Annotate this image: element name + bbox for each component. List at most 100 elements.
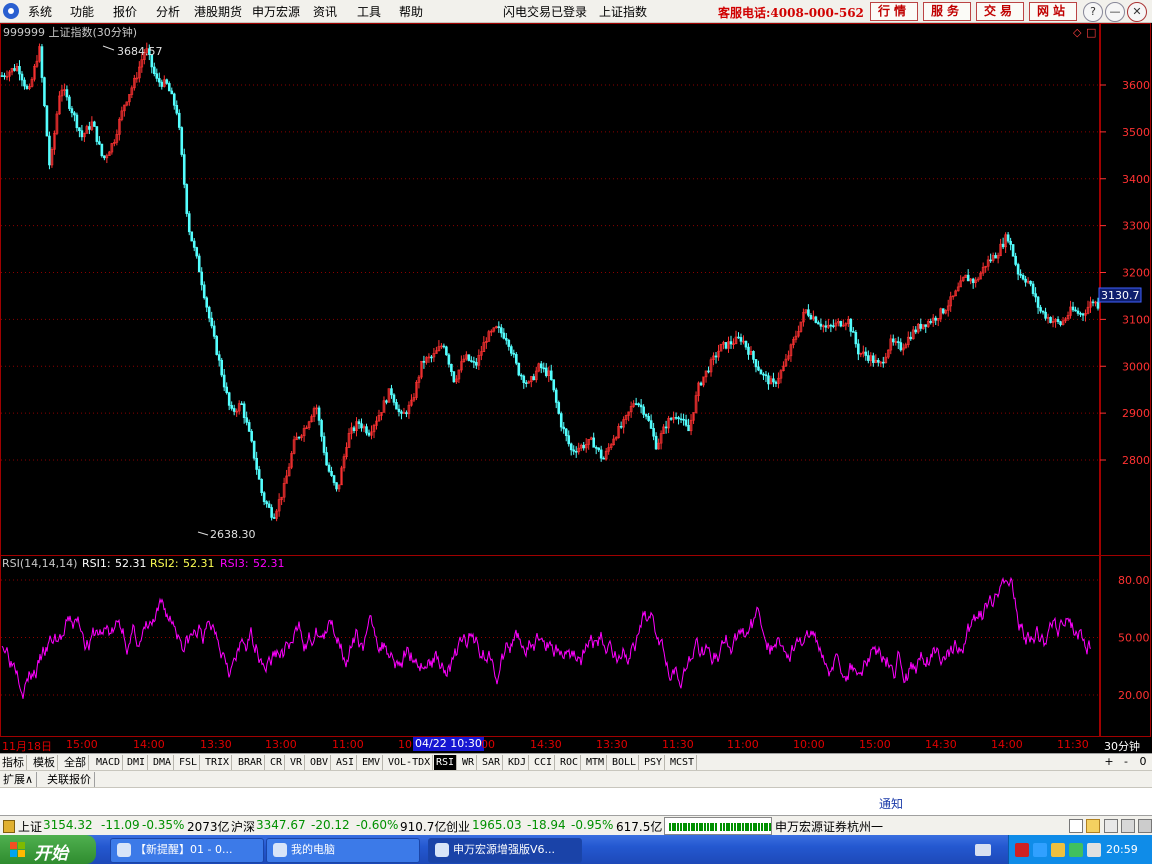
menu-function[interactable]: 功能	[70, 3, 94, 20]
help-icon[interactable]: ?	[1083, 2, 1103, 22]
menu-help[interactable]: 帮助	[399, 3, 423, 20]
price-tick-label: 3600	[1122, 79, 1150, 92]
website-button[interactable]: 网站	[1029, 2, 1077, 21]
close-icon[interactable]: ✕	[1127, 2, 1147, 22]
chart-title: 999999 上证指数(30分钟)	[3, 25, 137, 39]
browser-icon	[117, 843, 131, 857]
candle-body	[687, 424, 690, 432]
period-label[interactable]: 30分钟	[1104, 738, 1140, 754]
tab-rsi[interactable]: RSI	[434, 755, 458, 770]
chart-canvas[interactable]: 3600 3500 3400 3300 3200 3100 3000 2900 2800 80.…	[0, 23, 1152, 738]
tab-brar[interactable]: BRAR	[236, 755, 266, 770]
tray-app-icon[interactable]	[1087, 843, 1101, 857]
candle-body	[539, 363, 543, 369]
candle-body	[230, 405, 233, 409]
tab-kdj[interactable]: KDJ	[506, 755, 530, 770]
menu-quote[interactable]: 报价	[113, 3, 137, 20]
signal-icon[interactable]	[1086, 819, 1100, 833]
candle-body	[182, 154, 186, 185]
candle-body	[934, 317, 938, 321]
tab-fsl[interactable]: FSL	[177, 755, 201, 770]
time-label: 00	[481, 738, 495, 751]
trade-button[interactable]: 交易	[976, 2, 1024, 21]
tab-psy[interactable]: PSY	[642, 755, 666, 770]
menu-system[interactable]: 系统	[28, 3, 52, 20]
menu-analysis[interactable]: 分析	[156, 3, 180, 20]
sound-icon[interactable]	[1033, 843, 1047, 857]
tab-indicator[interactable]: 指标	[0, 755, 27, 770]
candle-body	[557, 402, 561, 414]
volume-icon[interactable]	[1051, 843, 1065, 857]
candle-body	[330, 471, 333, 476]
tab-asi[interactable]: ASI	[334, 755, 358, 770]
menu-swhy[interactable]: 申万宏源	[252, 3, 300, 20]
tab-mtm[interactable]: MTM	[584, 755, 608, 770]
candle-body	[989, 259, 992, 262]
tab-macd[interactable]: MACD	[94, 755, 124, 770]
candle-body	[881, 361, 885, 364]
tab-reset-button[interactable]: 0	[1136, 755, 1150, 769]
tab-add-button[interactable]: +	[1102, 755, 1116, 769]
candle-body	[365, 426, 368, 434]
menu-news[interactable]: 资讯	[313, 3, 337, 20]
candle-body	[357, 421, 361, 425]
market-button[interactable]: 行情	[870, 2, 918, 21]
tab-trix[interactable]: TRIX	[203, 755, 233, 770]
tab-all[interactable]: 全部	[62, 755, 89, 770]
candle-body	[864, 351, 868, 356]
tab-dma[interactable]: DMA	[151, 755, 175, 770]
keyboard-icon[interactable]	[975, 844, 991, 856]
app-logo-icon[interactable]	[3, 3, 19, 19]
tab-vr[interactable]: VR	[288, 755, 306, 770]
taskbar-item-swhy[interactable]: 申万宏源增强版V6...	[428, 838, 582, 863]
candle-body	[255, 457, 258, 470]
hs-value: 3347.67	[256, 818, 306, 832]
candle-body	[899, 342, 903, 351]
candle-body	[177, 112, 181, 128]
kline-chart[interactable]: 3600 3500 3400 3300 3200 3100 3000 2900 2800 80.…	[0, 23, 1152, 738]
candle-body	[98, 141, 101, 145]
candle-body	[103, 155, 106, 159]
tab-boll[interactable]: BOLL	[610, 755, 640, 770]
candle-body	[752, 351, 755, 360]
tab-obv[interactable]: OBV	[308, 755, 332, 770]
tab-cci[interactable]: CCI	[532, 755, 556, 770]
taskbar-item-reminder[interactable]: 【新提醒】01 - 0...	[110, 838, 264, 863]
tab-sar[interactable]: SAR	[480, 755, 504, 770]
time-label: 13:30	[200, 738, 232, 751]
tab-mcst[interactable]: MCST	[668, 755, 698, 770]
tab-template[interactable]: 模板	[31, 755, 58, 770]
candle-body	[217, 354, 221, 361]
tab-dmi[interactable]: DMI	[125, 755, 149, 770]
tab-cr[interactable]: CR	[268, 755, 286, 770]
tab-emv[interactable]: EMV	[360, 755, 384, 770]
candle-body	[467, 354, 471, 361]
candle-body	[1036, 296, 1040, 308]
candle-body	[1049, 317, 1052, 323]
menu-hk-futures[interactable]: 港股期货	[194, 3, 242, 20]
service-button[interactable]: 服务	[923, 2, 971, 21]
exit-icon[interactable]	[1138, 819, 1152, 833]
start-button[interactable]: 开始	[0, 835, 96, 864]
settings-icon[interactable]	[1104, 819, 1118, 833]
security-icon[interactable]	[1069, 843, 1083, 857]
swhy-app-icon	[435, 843, 449, 857]
rsi-grid	[1, 579, 1099, 696]
tab-wr[interactable]: WR	[460, 755, 478, 770]
hs-label: 沪深	[231, 820, 256, 834]
candle-body	[452, 371, 456, 383]
tab-vol-tdx[interactable]: VOL-TDX	[386, 755, 434, 770]
menu-tools[interactable]: 工具	[357, 3, 381, 20]
lock-screen-icon[interactable]	[1121, 819, 1135, 833]
minimize-icon[interactable]: —	[1105, 2, 1125, 22]
tab-remove-button[interactable]: -	[1119, 755, 1133, 769]
taskbar-item-my-computer[interactable]: 我的电脑	[266, 838, 420, 863]
tab-related-quotes[interactable]: 关联报价	[44, 772, 95, 787]
network-icon[interactable]	[1015, 843, 1029, 857]
tab-roc[interactable]: ROC	[558, 755, 582, 770]
tab-expand[interactable]: 扩展∧	[0, 772, 38, 787]
display-icon[interactable]	[1069, 819, 1083, 833]
notice-link[interactable]: 通知	[879, 795, 903, 812]
lock-icon[interactable]	[3, 820, 15, 833]
candle-body	[652, 428, 655, 437]
